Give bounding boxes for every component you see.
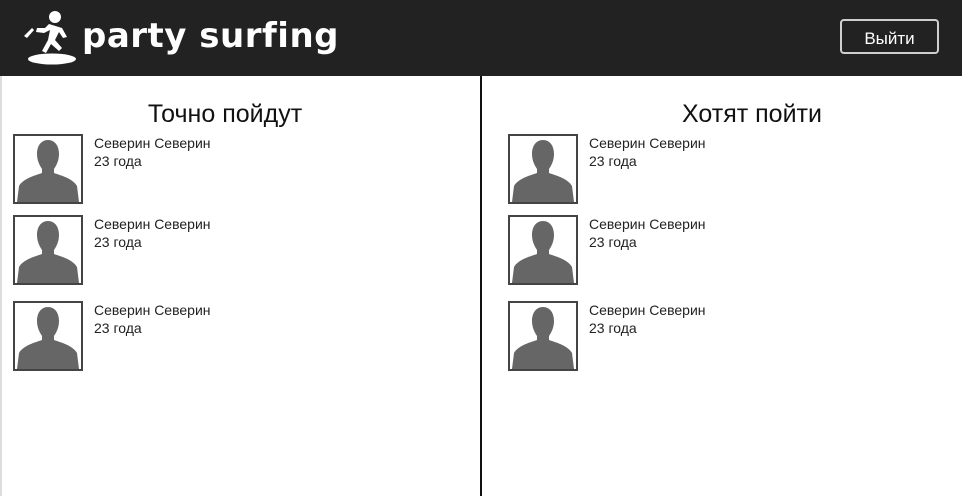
avatar[interactable]	[13, 215, 83, 285]
user-silhouette-icon	[17, 221, 79, 283]
app-header: party surfing Выйти	[0, 0, 962, 76]
person-name[interactable]: Северин Северин	[94, 301, 211, 319]
user-silhouette-icon	[17, 140, 79, 202]
list-item[interactable]: Северин Северин 23 года	[508, 301, 808, 371]
person-name[interactable]: Северин Северин	[589, 301, 706, 319]
main-content: Точно пойдут Северин Северин 23 года Сев…	[0, 76, 962, 496]
person-age: 23 года	[589, 153, 637, 169]
avatar[interactable]	[508, 134, 578, 204]
column-title: Хотят пойти	[682, 100, 822, 128]
person-name[interactable]: Северин Северин	[94, 215, 211, 233]
person-name[interactable]: Северин Северин	[589, 215, 706, 233]
person-name[interactable]: Северин Северин	[94, 134, 211, 152]
list-item[interactable]: Северин Северин 23 года	[13, 134, 313, 204]
avatar[interactable]	[13, 301, 83, 371]
column-definitely-going: Точно пойдут Северин Северин 23 года Сев…	[2, 76, 480, 496]
avatar[interactable]	[508, 215, 578, 285]
person-age: 23 года	[94, 153, 142, 169]
person-age: 23 года	[589, 234, 637, 250]
person-age: 23 года	[94, 234, 142, 250]
avatar[interactable]	[508, 301, 578, 371]
user-silhouette-icon	[512, 307, 574, 369]
logo[interactable]: party surfing	[22, 10, 339, 66]
user-silhouette-icon	[17, 307, 79, 369]
column-want-to-go: Хотят пойти Северин Северин 23 года Севе…	[482, 76, 962, 496]
avatar[interactable]	[13, 134, 83, 204]
list-item[interactable]: Северин Северин 23 года	[508, 134, 808, 204]
person-name[interactable]: Северин Северин	[589, 134, 706, 152]
person-age: 23 года	[94, 320, 142, 336]
logo-text: party surfing	[82, 16, 340, 56]
person-age: 23 года	[589, 320, 637, 336]
column-title: Точно пойдут	[147, 100, 303, 128]
user-silhouette-icon	[512, 140, 574, 202]
list-item[interactable]: Северин Северин 23 года	[13, 301, 313, 371]
user-silhouette-icon	[512, 221, 574, 283]
list-item[interactable]: Северин Северин 23 года	[508, 215, 808, 285]
surfer-logo-icon	[24, 11, 76, 65]
logout-button[interactable]: Выйти	[840, 19, 939, 54]
list-item[interactable]: Северин Северин 23 года	[13, 215, 313, 285]
